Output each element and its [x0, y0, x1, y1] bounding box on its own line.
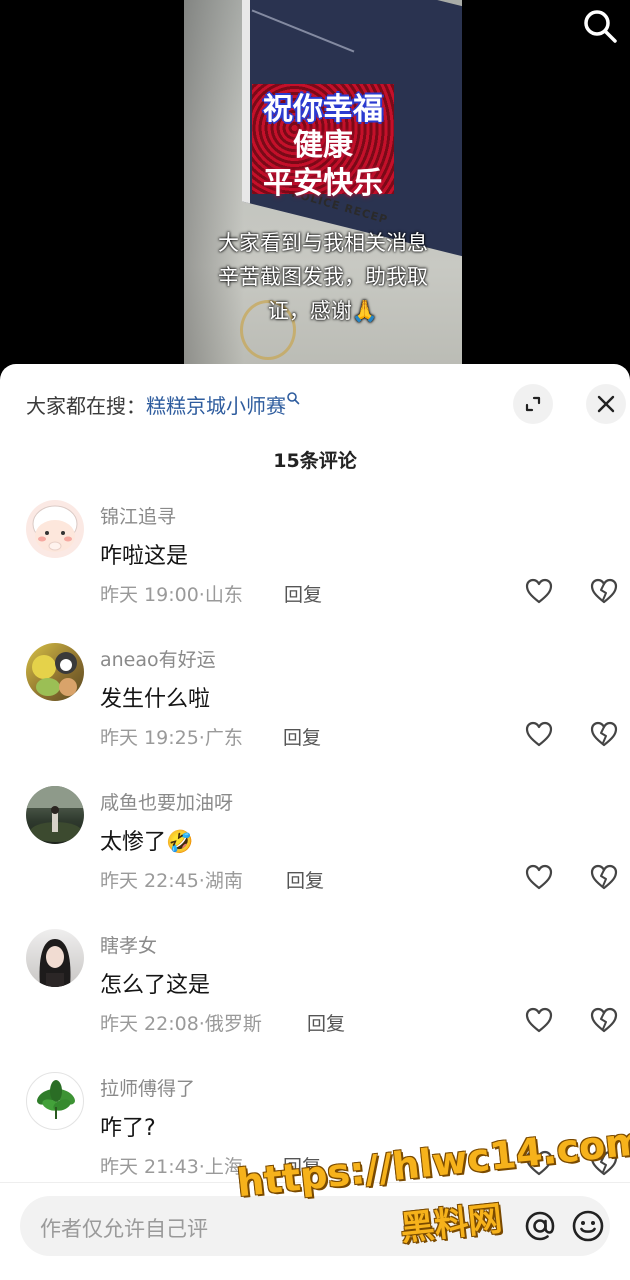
close-button[interactable] — [586, 384, 626, 424]
comment-text: 太惨了🤣 — [100, 824, 193, 856]
avatar[interactable] — [26, 786, 84, 844]
comment-text-body: 太惨了 — [100, 830, 167, 855]
broken-heart-icon[interactable] — [588, 862, 620, 892]
caption-line-2: 辛苦截图发我，助我取 — [218, 265, 428, 289]
comment-count: 15条评论 — [273, 450, 357, 472]
comment-input-placeholder: 作者仅允许自己评 — [40, 1217, 208, 1241]
close-icon — [597, 395, 615, 413]
comment-username[interactable]: 咸鱼也要加油呀 — [100, 788, 233, 815]
comment-item: 瞎孝女 怎么了这是 昨天 22:08·俄罗斯 回复 — [0, 915, 630, 1058]
video-caption: 大家看到与我相关消息 辛苦截图发我，助我取 证，感谢🙏 — [184, 226, 462, 328]
broken-heart-icon[interactable] — [588, 576, 620, 606]
comment-meta: 昨天 21:43·上海 — [100, 1156, 243, 1178]
search-icon — [584, 10, 617, 43]
comment-meta: 昨天 22:45·湖南 — [100, 870, 243, 892]
reply-button[interactable]: 回复 — [286, 866, 324, 893]
portrait-photo-icon — [39, 939, 71, 987]
expand-icon — [525, 396, 541, 412]
green-leaves-icon — [37, 1080, 75, 1119]
watermark-site-name: 黑料网 — [398, 1198, 505, 1250]
comment-username[interactable]: 瞎孝女 — [100, 931, 157, 958]
plush-toys-icon — [32, 652, 77, 696]
avatar[interactable] — [26, 643, 84, 701]
avatar[interactable] — [26, 1072, 84, 1130]
cartoon-face-icon — [32, 505, 78, 552]
comment-text: 怎么了这是 — [100, 973, 211, 998]
avatar[interactable] — [26, 500, 84, 558]
comment-location: 广东 — [204, 727, 243, 749]
broken-heart-icon[interactable] — [588, 1005, 620, 1035]
hot-search-keyword[interactable]: 糕糕京城小师赛 — [146, 394, 286, 418]
reply-button[interactable]: 回复 — [284, 580, 322, 607]
video-player[interactable]: POLICE RECEP 祝你幸福 健康 平安快乐 大家看到与我相关消息 辛苦截… — [0, 0, 630, 380]
comment-time: 昨天 21:43 — [100, 1156, 199, 1178]
outdoor-person-icon — [26, 786, 84, 842]
reply-button[interactable]: 回复 — [283, 723, 321, 750]
expand-button[interactable] — [513, 384, 553, 424]
heart-icon[interactable] — [524, 576, 554, 606]
laughing-emoji: 🤣 — [166, 830, 194, 855]
search-button[interactable] — [580, 6, 620, 46]
comment-username[interactable]: 锦江追寻 — [100, 502, 176, 529]
comment-location: 俄罗斯 — [204, 1013, 262, 1035]
heart-icon[interactable] — [524, 862, 554, 892]
hot-search[interactable]: 大家都在搜：糕糕京城小师赛 — [26, 390, 300, 419]
comment-time: 昨天 22:08 — [100, 1013, 199, 1035]
watermark: https://hlwc14.com 黑料网 — [235, 1119, 630, 1260]
hot-search-prefix: 大家都在搜： — [26, 394, 146, 418]
banner-line-3: 平安快乐 — [263, 166, 383, 201]
reply-button[interactable]: 回复 — [307, 1009, 345, 1036]
caption-line-3: 证，感谢🙏 — [267, 299, 379, 323]
comment-meta: 昨天 19:00·山东 — [100, 584, 243, 606]
heart-icon[interactable] — [524, 719, 554, 749]
comment-item: aneao有好运 发生什么啦 昨天 19:25·广东 回复 — [0, 629, 630, 772]
comment-item: 咸鱼也要加油呀 太惨了🤣 昨天 22:45·湖南 回复 — [0, 772, 630, 915]
comment-meta: 昨天 19:25·广东 — [100, 727, 243, 749]
comment-meta: 昨天 22:08·俄罗斯 — [100, 1013, 262, 1035]
comment-text: 咋啦这是 — [100, 544, 189, 569]
comment-username[interactable]: aneao有好运 — [100, 645, 216, 672]
comment-time: 昨天 22:45 — [100, 870, 199, 892]
comment-item: 锦江追寻 咋啦这是 昨天 19:00·山东 回复 — [0, 486, 630, 629]
heart-icon[interactable] — [524, 1005, 554, 1035]
comment-username[interactable]: 拉师傅得了 — [100, 1074, 195, 1101]
comment-time: 昨天 19:00 — [100, 584, 199, 606]
avatar[interactable] — [26, 929, 84, 987]
comment-location: 湖南 — [204, 870, 243, 892]
broken-heart-icon[interactable] — [588, 719, 620, 749]
caption-line-1: 大家看到与我相关消息 — [218, 231, 428, 255]
comment-text: 发生什么啦 — [100, 687, 211, 712]
comment-text: 咋了? — [100, 1116, 156, 1141]
comment-location: 山东 — [204, 584, 243, 606]
video-banner: 祝你幸福 健康 平安快乐 — [252, 84, 394, 201]
comment-time: 昨天 19:25 — [100, 727, 199, 749]
small-search-icon — [287, 392, 300, 405]
